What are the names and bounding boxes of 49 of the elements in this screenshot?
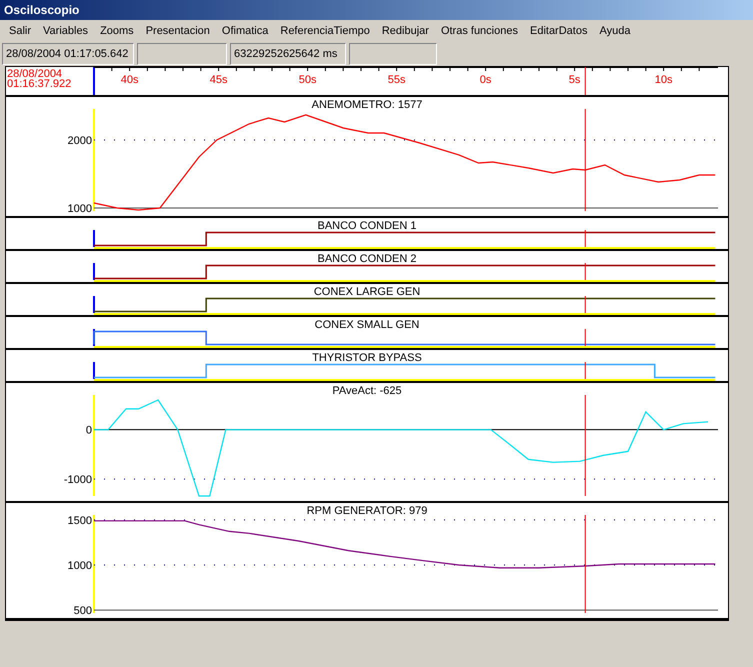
start-marker (93, 296, 95, 313)
time-cursor[interactable] (584, 328, 586, 346)
axis-label: -1000 (64, 474, 92, 486)
axis-label: 2000 (68, 134, 92, 147)
time-label: 40s (120, 74, 138, 86)
menu-item[interactable]: Ayuda (594, 20, 636, 42)
start-marker (93, 67, 95, 95)
channel-title: BANCO CONDEN 2 (317, 253, 417, 265)
axis-label: 500 (74, 605, 92, 618)
channel-title: ANEMOMETRO: 1577 (312, 99, 422, 111)
time-label: 55s (388, 74, 406, 86)
channel-title: CONEX SMALL GEN (314, 319, 420, 331)
start-time: 01:16:37.922 (7, 78, 72, 90)
start-marker (93, 329, 95, 346)
time-cursor[interactable] (584, 362, 586, 380)
window-title: Osciloscopio (4, 2, 80, 19)
start-date: 28/08/2004 (7, 68, 62, 80)
menu-item[interactable]: EditarDatos (524, 20, 592, 42)
channel-title: THYRISTOR BYPASS (312, 352, 422, 364)
menu-item[interactable]: Otras funciones (436, 20, 523, 42)
channel-title: CONEX LARGE GEN (314, 286, 420, 298)
menu-item[interactable]: ReferenciaTiempo (275, 20, 375, 42)
time-cursor[interactable] (584, 296, 586, 314)
menu-item[interactable]: Zooms (95, 20, 139, 42)
menu-item[interactable]: Salir (4, 20, 36, 42)
status-field: 28/08/2004 01:17:05.642 (2, 43, 134, 65)
time-label: 5s (568, 74, 580, 86)
channel-title: PAveAct: -625 (332, 385, 402, 397)
time-label: 10s (654, 74, 672, 86)
time-label: 0s (480, 74, 492, 86)
time-cursor[interactable] (584, 230, 586, 248)
menu-item[interactable]: Variables (38, 20, 94, 42)
axis-label: 1000 (68, 203, 92, 215)
time-cursor[interactable] (584, 67, 586, 95)
start-marker (93, 263, 95, 280)
time-label: 45s (210, 74, 228, 86)
menu-item[interactable]: Ofimatica (216, 20, 274, 42)
menu-item[interactable]: Redibujar (376, 20, 434, 42)
axis-label: 1500 (68, 514, 92, 527)
time-label: 50s (298, 74, 316, 86)
time-cursor[interactable] (584, 262, 586, 280)
menu-item[interactable]: Presentacion (140, 20, 215, 42)
axis-label: 0 (86, 424, 92, 437)
start-marker (93, 230, 95, 247)
channel-title: RPM GENERATOR: 979 (306, 505, 428, 517)
axis-label: 1000 (68, 560, 92, 572)
channel-title: BANCO CONDEN 1 (317, 220, 417, 232)
status-field: 63229252625642 ms (230, 43, 346, 65)
start-marker (93, 362, 95, 379)
